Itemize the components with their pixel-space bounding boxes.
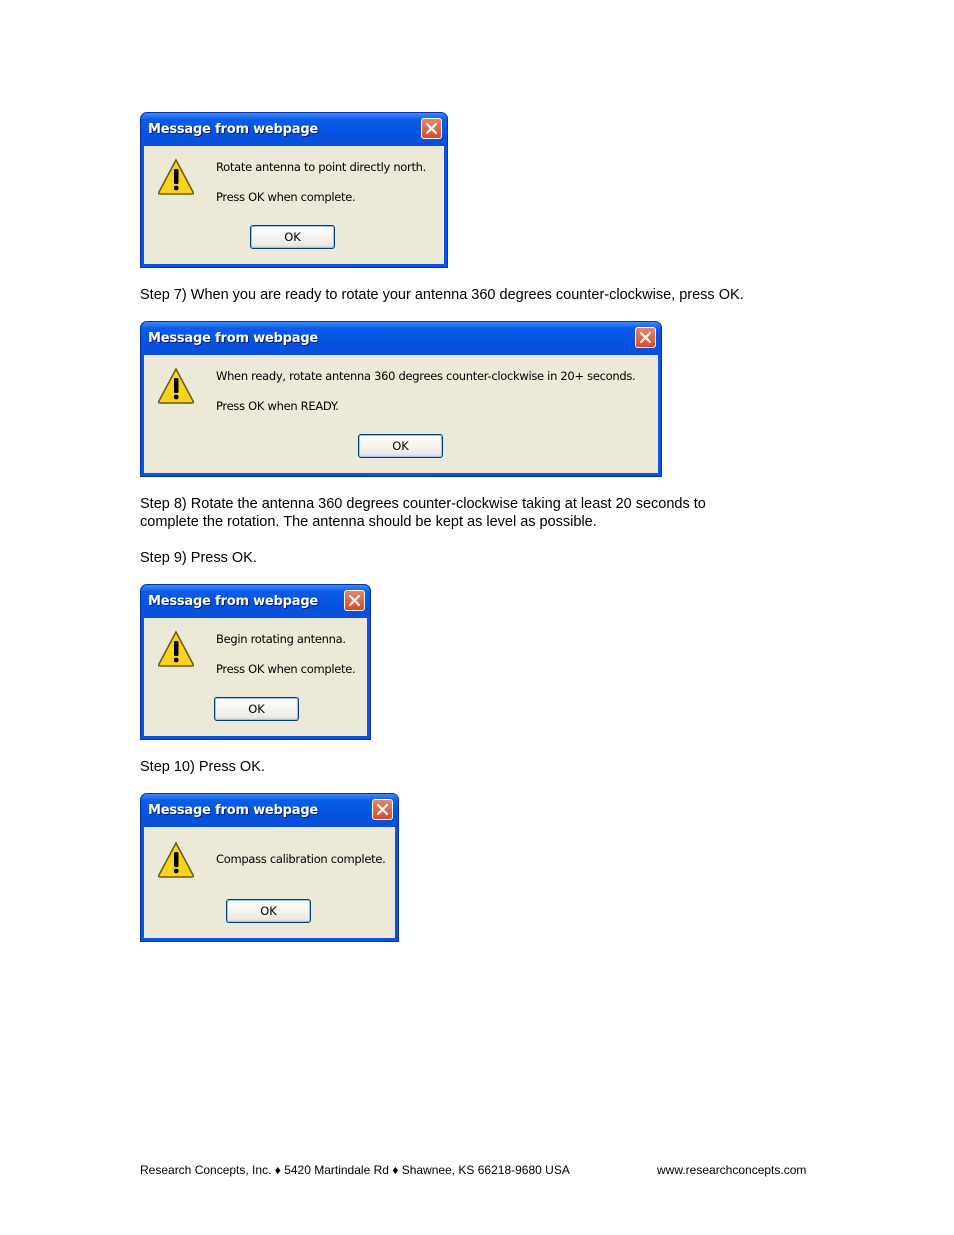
ok-button[interactable]: OK <box>358 434 443 458</box>
step-8-text-line-2: complete the rotation. The antenna shoul… <box>140 514 597 530</box>
dialog-title: Message from webpage <box>148 122 319 137</box>
dialog-message-line: Compass calibration complete. <box>216 852 386 866</box>
dialog-calibration-complete: Message from webpage Compass calibration… <box>140 793 399 942</box>
dialog-titlebar[interactable]: Message from webpage <box>141 585 370 618</box>
dialog-titlebar[interactable]: Message from webpage <box>141 794 398 827</box>
ok-button[interactable]: OK <box>250 225 335 249</box>
warning-icon <box>157 367 195 404</box>
ok-button[interactable]: OK <box>214 697 299 721</box>
dialog-titlebar[interactable]: Message from webpage <box>141 322 661 355</box>
step-9-text: Step 9) Press OK. <box>140 550 257 566</box>
ok-button[interactable]: OK <box>226 899 311 923</box>
close-button[interactable] <box>635 327 656 348</box>
dialog-message-line: Begin rotating antenna. <box>216 632 346 646</box>
dialog-message-line: Press OK when complete. <box>216 662 356 676</box>
dialog-titlebar[interactable]: Message from webpage <box>141 113 447 146</box>
dialog-message-line: Rotate antenna to point directly north. <box>216 160 427 174</box>
close-icon <box>348 594 361 607</box>
close-icon <box>425 122 438 135</box>
dialog-body: Begin rotating antenna. Press OK when co… <box>144 618 367 736</box>
step-7-text: Step 7) When you are ready to rotate you… <box>140 287 744 303</box>
close-icon <box>639 331 652 344</box>
dialog-title: Message from webpage <box>148 331 319 346</box>
dialog-message-line: When ready, rotate antenna 360 degrees c… <box>216 369 636 383</box>
dialog-body: When ready, rotate antenna 360 degrees c… <box>144 355 658 473</box>
close-button[interactable] <box>372 799 393 820</box>
dialog-message-line: Press OK when READY. <box>216 399 339 413</box>
dialog-title: Message from webpage <box>148 803 319 818</box>
dialog-begin-rotating: Message from webpage Begin rotating ante… <box>140 584 371 740</box>
close-button[interactable] <box>421 118 442 139</box>
dialog-body: Rotate antenna to point directly north. … <box>144 146 444 264</box>
dialog-when-ready: Message from webpage When ready, rotate … <box>140 321 662 477</box>
warning-icon <box>157 158 195 195</box>
warning-icon <box>157 630 195 667</box>
footer-website: www.researchconcepts.com <box>657 1163 807 1177</box>
footer-company-address: Research Concepts, Inc. ♦ 5420 Martindal… <box>140 1163 570 1177</box>
dialog-body: Compass calibration complete. OK <box>144 827 395 938</box>
warning-icon <box>157 841 195 878</box>
step-10-text: Step 10) Press OK. <box>140 759 265 775</box>
dialog-title: Message from webpage <box>148 594 319 609</box>
dialog-rotate-north: Message from webpage Rotate antenna to p… <box>140 112 448 268</box>
close-icon <box>376 803 389 816</box>
close-button[interactable] <box>344 590 365 611</box>
dialog-message-line: Press OK when complete. <box>216 190 356 204</box>
step-8-text-line-1: Step 8) Rotate the antenna 360 degrees c… <box>140 496 706 512</box>
